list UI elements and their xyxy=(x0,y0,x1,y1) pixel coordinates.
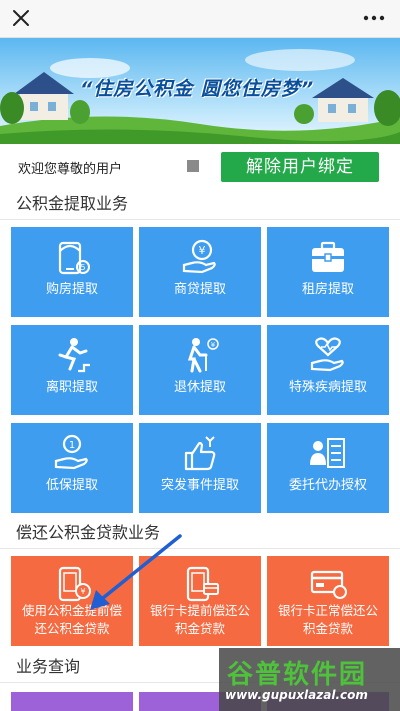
tile-label-line: 积金贷款 xyxy=(302,621,353,636)
watermark-brand: 谷普软件园 xyxy=(227,660,368,690)
svg-text:1: 1 xyxy=(69,440,75,451)
tile-label: 银行卡提前偿还公 积金贷款 xyxy=(139,602,261,638)
phone-house-icon: 5 xyxy=(58,241,90,275)
elderly-cane-icon: ¥ xyxy=(187,338,219,373)
tile-retire-withdraw[interactable]: ¥ 退休提取 xyxy=(139,325,261,415)
top-bar xyxy=(0,0,400,38)
tile-label-line: 还公积金贷款 xyxy=(34,621,110,636)
tile-label-line: 银行卡正常偿还公 xyxy=(277,603,378,618)
tile-label: 租房提取 xyxy=(301,282,354,297)
section-title-withdraw: 公积金提取业务 xyxy=(0,188,400,220)
tile-label: 退休提取 xyxy=(173,380,226,395)
welcome-text: 欢迎您尊敬的用户 xyxy=(18,162,123,177)
tile-commercial-loan-withdraw[interactable]: ¥ 商贷提取 xyxy=(139,227,261,317)
tile-label-line: 银行卡提前偿还公 xyxy=(149,603,250,618)
phone-card-icon xyxy=(186,566,219,602)
tile-label: 商贷提取 xyxy=(173,282,226,297)
svg-text:¥: ¥ xyxy=(211,341,216,349)
tile-early-repay-bank-card[interactable]: 银行卡提前偿还公 积金贷款 xyxy=(139,556,261,646)
watermark-url: www.gupuxlazal.com xyxy=(225,688,368,702)
user-row: 欢迎您尊敬的用户 解除用户绑定 xyxy=(0,144,400,190)
tile-label: 使用公积金提前偿 还公积金贷款 xyxy=(11,602,133,638)
tile-query-1[interactable] xyxy=(11,692,133,711)
tile-label-line: 积金贷款 xyxy=(174,621,225,636)
unbind-user-button[interactable]: 解除用户绑定 xyxy=(221,152,379,182)
tile-house-purchase-withdraw[interactable]: 5 购房提取 xyxy=(11,227,133,317)
close-icon[interactable] xyxy=(10,7,32,29)
thumbs-up-wrench-icon xyxy=(184,436,216,471)
watermark: 谷普软件园 www.gupuxlazal.com xyxy=(219,648,400,711)
section-title-repay: 偿还公积金贷款业务 xyxy=(0,517,400,549)
tile-label: 购房提取 xyxy=(45,282,98,297)
tile-label: 特殊疾病提取 xyxy=(288,380,367,395)
more-icon[interactable] xyxy=(362,10,386,26)
tile-label: 银行卡正常偿还公 积金贷款 xyxy=(267,602,389,638)
svg-text:¥: ¥ xyxy=(199,244,206,257)
banner-slogan: “住房公积金 圆您住房梦” xyxy=(80,78,315,100)
tile-low-income-withdraw[interactable]: 1 低保提取 xyxy=(11,423,133,513)
briefcase-icon xyxy=(312,241,344,272)
tile-label: 低保提取 xyxy=(45,478,98,493)
tile-label: 突发事件提取 xyxy=(160,478,239,493)
tile-normal-repay-bank-card[interactable]: 银行卡正常偿还公 积金贷款 xyxy=(267,556,389,646)
coin-hand-icon: 1 xyxy=(54,434,88,470)
tile-label: 离职提取 xyxy=(45,380,98,395)
banner: “住房公积金 圆您住房梦” xyxy=(0,38,400,144)
svg-text:¥: ¥ xyxy=(80,587,85,596)
status-square-icon xyxy=(187,160,199,172)
heart-hand-icon xyxy=(310,337,344,372)
tile-rent-withdraw[interactable]: 租房提取 xyxy=(267,227,389,317)
person-list-icon xyxy=(310,438,345,468)
tile-early-repay-with-fund[interactable]: ¥ 使用公积金提前偿 还公积金贷款 xyxy=(11,556,133,646)
bank-card-icon xyxy=(310,570,347,599)
tile-special-disease-withdraw[interactable]: 特殊疾病提取 xyxy=(267,325,389,415)
yuan-hand-icon: ¥ xyxy=(182,239,216,274)
svg-text:5: 5 xyxy=(80,263,85,272)
tile-label-line: 使用公积金提前偿 xyxy=(21,603,122,618)
tile-entrust-authorization[interactable]: 委托代办授权 xyxy=(267,423,389,513)
tile-emergency-withdraw[interactable]: 突发事件提取 xyxy=(139,423,261,513)
tile-label: 委托代办授权 xyxy=(288,478,367,493)
phone-coin-icon: ¥ xyxy=(58,566,91,602)
tile-resign-withdraw[interactable]: 离职提取 xyxy=(11,325,133,415)
running-person-icon xyxy=(58,338,90,373)
